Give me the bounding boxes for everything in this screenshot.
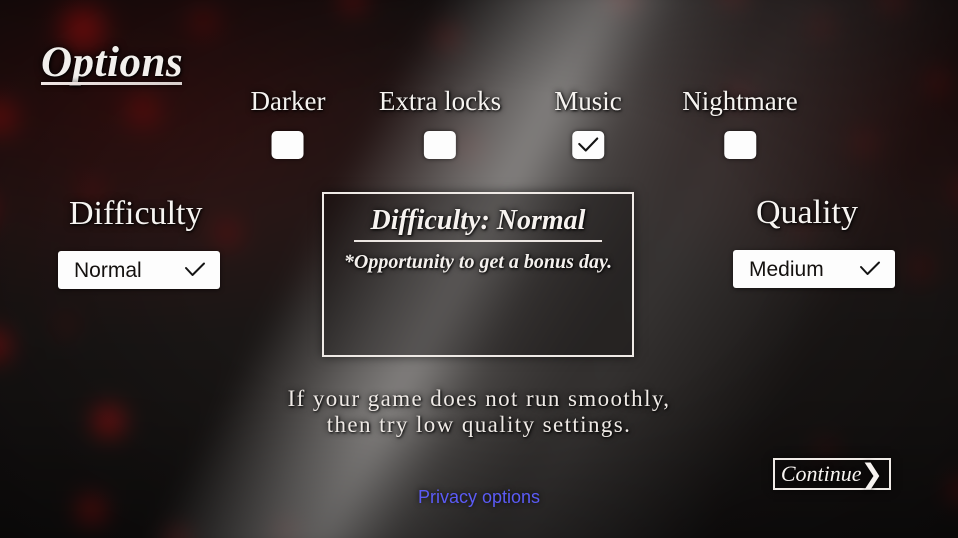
- quality-heading: Quality: [756, 194, 858, 231]
- checkbox-extra-locks[interactable]: [424, 131, 456, 159]
- toggle-nightmare-label: Nightmare: [682, 86, 798, 116]
- toggle-music[interactable]: Music: [554, 88, 622, 159]
- toggle-darker-label: Darker: [250, 86, 326, 116]
- quality-dropdown[interactable]: Medium: [733, 250, 895, 288]
- quality-hint-text: If your game does not run smoothly, then…: [0, 386, 958, 439]
- continue-button[interactable]: Continue ❯: [773, 458, 891, 490]
- page-title-underline: [41, 82, 182, 85]
- difficulty-info-heading: Difficulty: Normal: [370, 205, 586, 236]
- checkmark-icon: [577, 137, 599, 152]
- toggle-music-label: Music: [554, 86, 622, 116]
- difficulty-dropdown-value: Normal: [74, 258, 142, 282]
- quality-dropdown-value: Medium: [749, 257, 824, 281]
- toggle-nightmare[interactable]: Nightmare: [682, 86, 798, 159]
- checkbox-music[interactable]: [572, 131, 604, 159]
- quality-hint-line-1: If your game does not run smoothly,: [287, 386, 671, 411]
- privacy-options-link[interactable]: Privacy options: [0, 487, 958, 508]
- toggle-extra-locks-label: Extra locks: [378, 86, 502, 116]
- chevron-right-icon: ❯: [860, 458, 884, 489]
- checkbox-darker[interactable]: [271, 131, 304, 159]
- options-screen: Options Darker Extra locks Music Nightma…: [0, 0, 958, 538]
- check-chevron-icon: [185, 262, 205, 276]
- privacy-options-label: Privacy options: [417, 487, 541, 507]
- checkbox-nightmare[interactable]: [724, 131, 756, 159]
- toggle-darker[interactable]: Darker: [250, 86, 326, 159]
- page-title: Options: [41, 39, 184, 86]
- difficulty-info-subtext: *Opportunity to get a bonus day.: [343, 251, 613, 274]
- difficulty-info-panel: Difficulty: Normal *Opportunity to get a…: [322, 192, 634, 357]
- quality-hint-line-2: then try low quality settings.: [326, 412, 632, 438]
- difficulty-info-heading-underline: [354, 240, 602, 243]
- difficulty-heading: Difficulty: [69, 195, 203, 232]
- options-content: Options Darker Extra locks Music Nightma…: [0, 0, 958, 538]
- difficulty-dropdown[interactable]: Normal: [58, 251, 220, 289]
- toggle-extra-locks[interactable]: Extra locks: [379, 88, 501, 159]
- check-chevron-icon: [860, 261, 880, 275]
- continue-button-label: Continue: [780, 461, 862, 486]
